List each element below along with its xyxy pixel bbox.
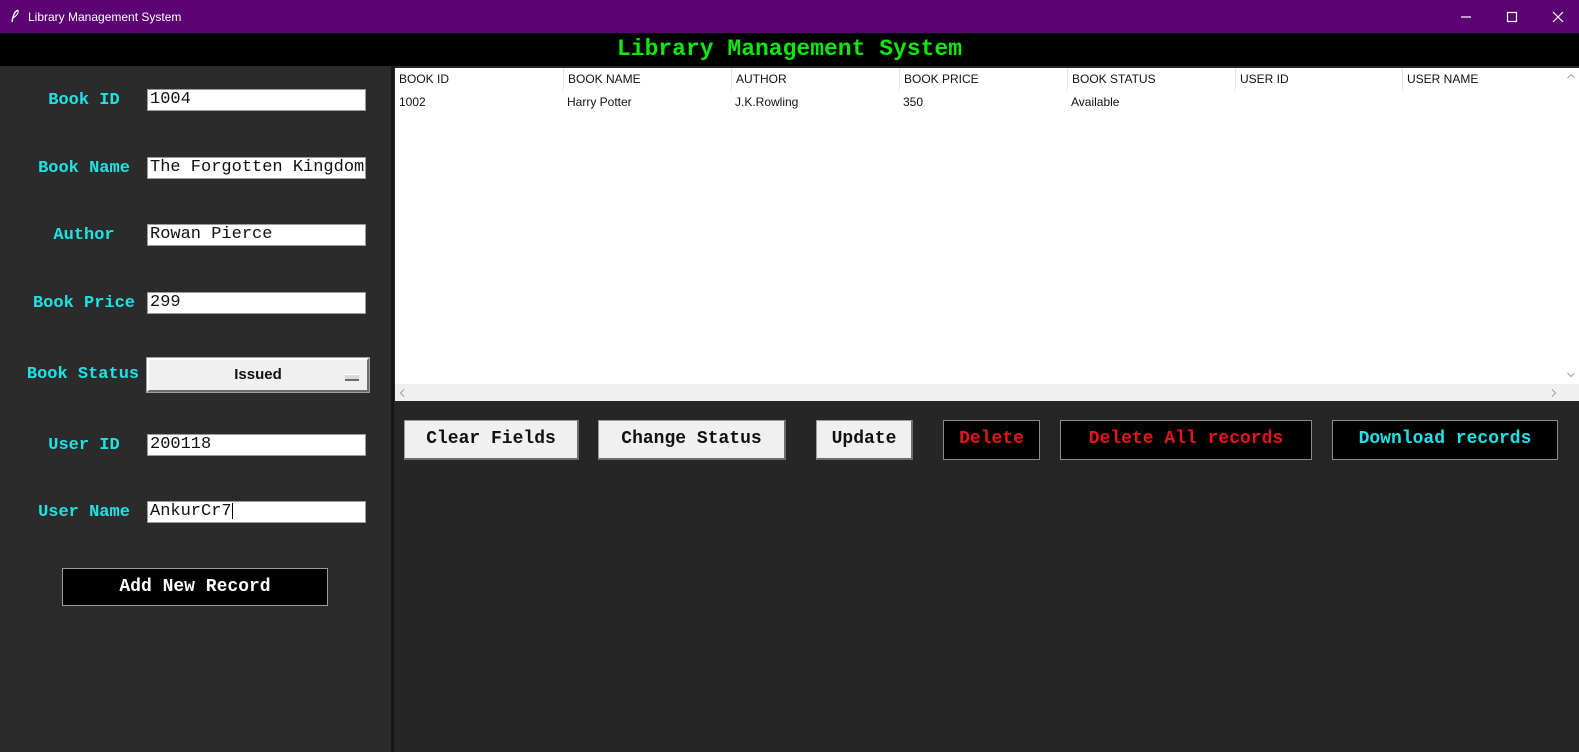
user-id-input[interactable]: 200118 [147, 434, 366, 456]
book-status-select[interactable]: Issued [146, 357, 370, 393]
add-new-record-button[interactable]: Add New Record [62, 568, 328, 606]
user-name-input[interactable]: AnkurCr7 [147, 501, 366, 523]
horizontal-scrollbar[interactable] [395, 384, 1563, 401]
book-id-label: Book ID [48, 91, 120, 110]
table-cell: Harry Potter [567, 95, 632, 109]
table-cell: Available [1071, 95, 1120, 109]
book-price-label: Book Price [32, 294, 136, 313]
book-price-input[interactable]: 299 [147, 292, 366, 314]
vertical-scrollbar[interactable] [1563, 68, 1579, 384]
table-row[interactable]: 1002 Harry Potter J.K.Rowling 350 Availa… [395, 92, 1549, 112]
dropdown-indicator-icon [345, 374, 359, 381]
table-cell: 1002 [399, 95, 426, 109]
close-button[interactable] [1535, 0, 1579, 33]
delete-button[interactable]: Delete [943, 420, 1040, 460]
book-name-label: Book Name [38, 159, 130, 178]
records-table: BOOK ID BOOK NAME AUTHOR BOOK PRICE BOOK… [395, 68, 1579, 401]
maximize-button[interactable] [1489, 0, 1535, 33]
column-header[interactable]: AUTHOR [731, 68, 899, 91]
column-header[interactable]: USER ID [1235, 68, 1402, 91]
scroll-down-icon [1567, 372, 1575, 378]
clear-fields-button[interactable]: Clear Fields [404, 420, 579, 460]
table-cell: J.K.Rowling [735, 95, 799, 109]
feather-icon [11, 9, 19, 23]
text-caret [231, 502, 233, 519]
book-name-input[interactable]: The Forgotten Kingdom [147, 157, 366, 179]
book-status-label: Book Status [26, 365, 140, 384]
page-title: Library Management System [0, 33, 1579, 66]
column-header[interactable]: BOOK NAME [563, 68, 731, 91]
table-header: BOOK ID BOOK NAME AUTHOR BOOK PRICE BOOK… [395, 68, 1549, 91]
window-titlebar: Library Management System [0, 0, 1579, 33]
column-header[interactable]: BOOK PRICE [899, 68, 1067, 91]
panel-divider [391, 66, 394, 752]
minimize-icon [1461, 15, 1471, 18]
update-button[interactable]: Update [816, 420, 913, 460]
column-header[interactable]: USER NAME [1402, 68, 1549, 91]
column-header[interactable]: BOOK ID [395, 68, 563, 91]
change-status-button[interactable]: Change Status [598, 420, 786, 460]
delete-all-records-button[interactable]: Delete All records [1060, 420, 1312, 460]
user-id-label: User ID [48, 436, 120, 455]
column-header[interactable]: BOOK STATUS [1067, 68, 1235, 91]
scroll-up-icon [1567, 73, 1575, 79]
author-input[interactable]: Rowan Pierce [147, 224, 366, 246]
book-status-value: Issued [234, 366, 282, 383]
author-label: Author [53, 226, 115, 245]
minimize-button[interactable] [1443, 0, 1489, 33]
maximize-icon [1506, 11, 1518, 22]
table-cell: 350 [903, 95, 924, 109]
scrollbar-corner [1563, 384, 1579, 401]
close-icon [1552, 11, 1564, 22]
user-name-label: User Name [38, 503, 130, 522]
book-id-input[interactable]: 1004 [147, 89, 366, 111]
window-title: Library Management System [28, 10, 182, 24]
download-records-button[interactable]: Download records [1332, 420, 1558, 460]
scroll-left-icon [399, 389, 405, 397]
scroll-right-icon [1551, 389, 1557, 397]
user-name-value: AnkurCr7 [150, 502, 232, 521]
